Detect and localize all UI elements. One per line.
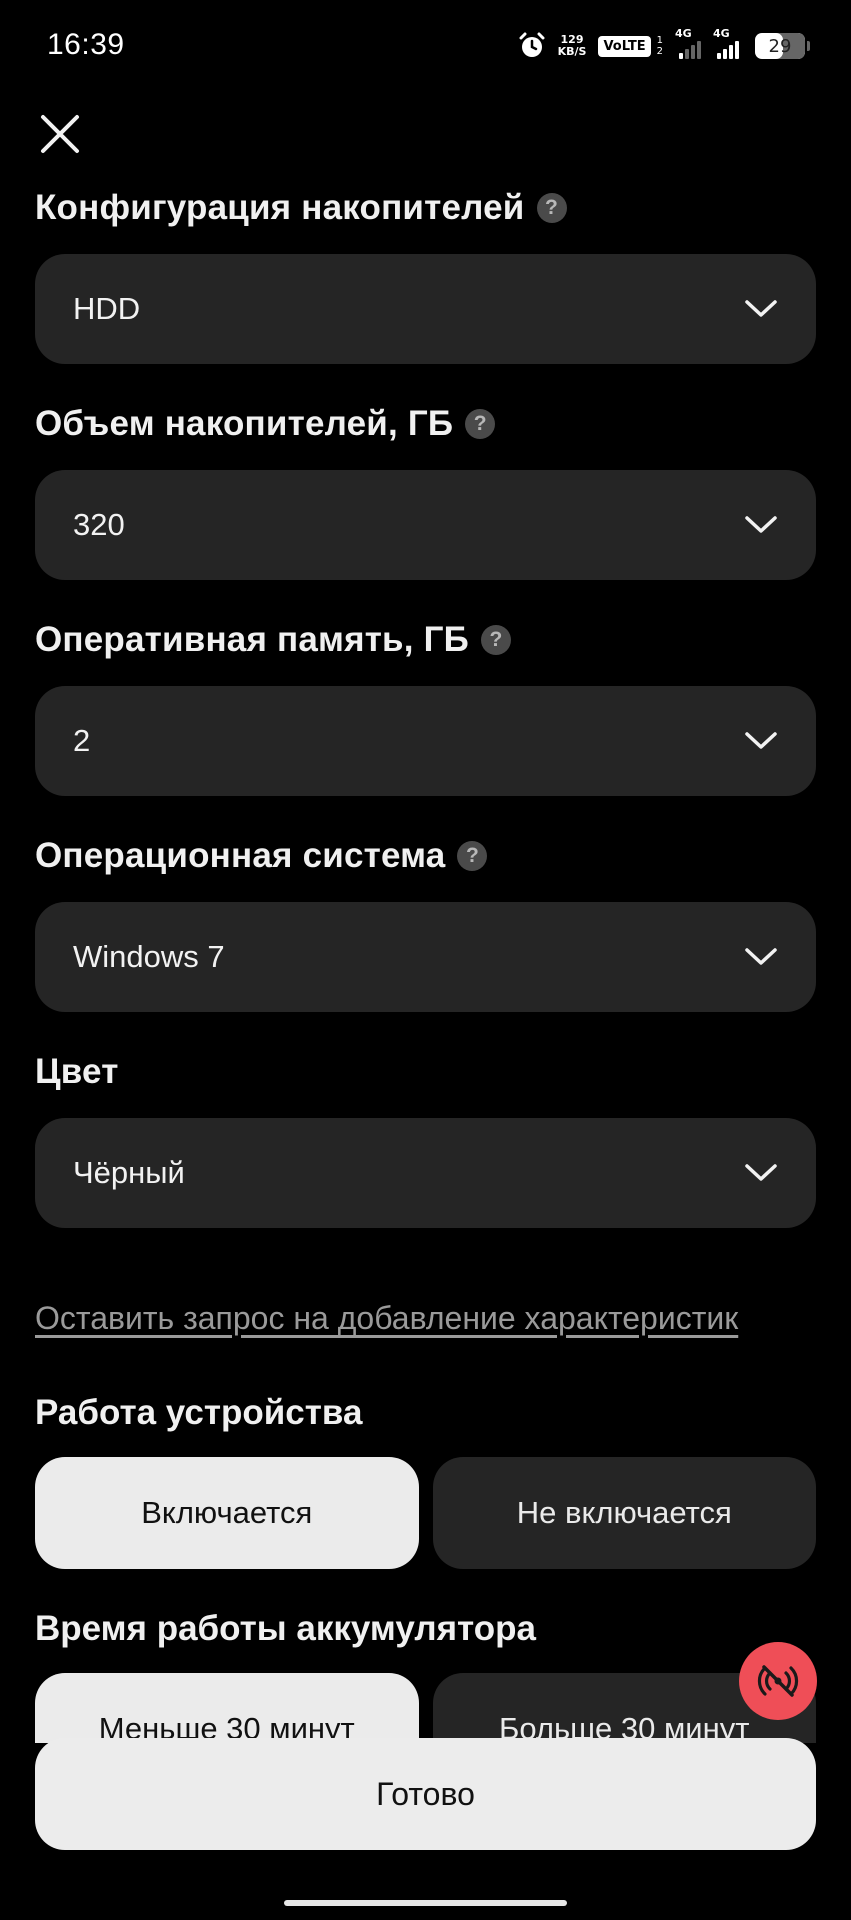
sim-top: 1 (656, 35, 663, 46)
chevron-down-icon (745, 948, 777, 965)
field-ram: Оперативная память, ГБ ? 2 (35, 612, 816, 796)
field-label-text: Объем накопителей, ГБ (35, 404, 454, 443)
chevron-down-icon (745, 1164, 777, 1181)
select-value: Чёрный (73, 1155, 185, 1190)
field-label-text: Конфигурация накопителей (35, 188, 525, 227)
battery-time-options: Меньше 30 минут Больше 30 минут (35, 1673, 816, 1743)
home-indicator[interactable] (284, 1900, 567, 1906)
os-select[interactable]: Windows 7 (35, 902, 816, 1012)
close-button[interactable] (36, 110, 84, 158)
status-bar: 16:39 129 KB/S VoLTE 1 2 4G 4G 29 (0, 0, 851, 92)
field-label: Конфигурация накопителей ? (35, 180, 816, 236)
device-work-title: Работа устройства (35, 1393, 363, 1432)
ram-select[interactable]: 2 (35, 686, 816, 796)
field-os: Операционная система ? Windows 7 (35, 828, 816, 1012)
help-icon[interactable]: ? (481, 625, 512, 655)
network-speed-unit: KB/S (557, 45, 587, 58)
field-label: Цвет (35, 1044, 816, 1100)
device-work-options: Включается Не включается (35, 1457, 816, 1569)
signal-icon-1: 4G (675, 27, 701, 59)
field-label-text: Операционная система (35, 836, 446, 875)
no-signal-icon (757, 1665, 799, 1697)
field-storage-config: Конфигурация накопителей ? HDD (35, 180, 816, 364)
close-icon (41, 115, 79, 153)
request-characteristics-link[interactable]: Оставить запрос на добавление характерис… (35, 1300, 816, 1337)
select-value: HDD (73, 291, 141, 326)
sim-bottom: 2 (656, 46, 663, 57)
network-type-1: 4G (675, 27, 692, 40)
select-value: Windows 7 (73, 939, 225, 974)
help-icon[interactable]: ? (457, 841, 488, 871)
alarm-icon (518, 32, 546, 60)
status-icons: 129 KB/S VoLTE 1 2 4G 4G 29 (518, 27, 810, 64)
option-turns-on[interactable]: Включается (35, 1457, 419, 1569)
option-less-30-min[interactable]: Меньше 30 минут (35, 1673, 419, 1743)
option-does-not-turn-on[interactable]: Не включается (432, 1457, 816, 1569)
battery-level: 29 (768, 35, 792, 57)
storage-config-select[interactable]: HDD (35, 254, 816, 364)
select-value: 2 (73, 723, 91, 758)
form-content: Конфигурация накопителей ? HDD Объем нак… (35, 180, 816, 1743)
chevron-down-icon (745, 300, 777, 317)
field-label: Объем накопителей, ГБ ? (35, 396, 816, 452)
floating-no-signal-button[interactable] (739, 1642, 817, 1720)
network-type-2: 4G (713, 27, 730, 40)
volte-badge: VoLTE (598, 35, 651, 57)
field-label: Операционная система ? (35, 828, 816, 884)
select-value: 320 (73, 507, 125, 542)
chevron-down-icon (745, 516, 777, 533)
field-label-text: Оперативная память, ГБ (35, 620, 470, 659)
status-time: 16:39 (47, 28, 125, 61)
signal-icon-2: 4G (713, 27, 743, 59)
color-select[interactable]: Чёрный (35, 1118, 816, 1228)
field-label-text: Цвет (35, 1052, 119, 1091)
storage-size-select[interactable]: 320 (35, 470, 816, 580)
field-label: Оперативная память, ГБ ? (35, 612, 816, 668)
field-color: Цвет Чёрный (35, 1044, 816, 1228)
battery-icon: 29 (755, 33, 810, 59)
help-icon[interactable]: ? (536, 193, 567, 223)
network-speed: 129 KB/S (558, 34, 587, 58)
battery-time-title: Время работы аккумулятора (35, 1609, 536, 1648)
sim-indicator: 1 2 (657, 35, 663, 57)
chevron-down-icon (745, 732, 777, 749)
field-storage-size: Объем накопителей, ГБ ? 320 (35, 396, 816, 580)
help-icon[interactable]: ? (465, 409, 496, 439)
done-button[interactable]: Готово (35, 1738, 816, 1850)
